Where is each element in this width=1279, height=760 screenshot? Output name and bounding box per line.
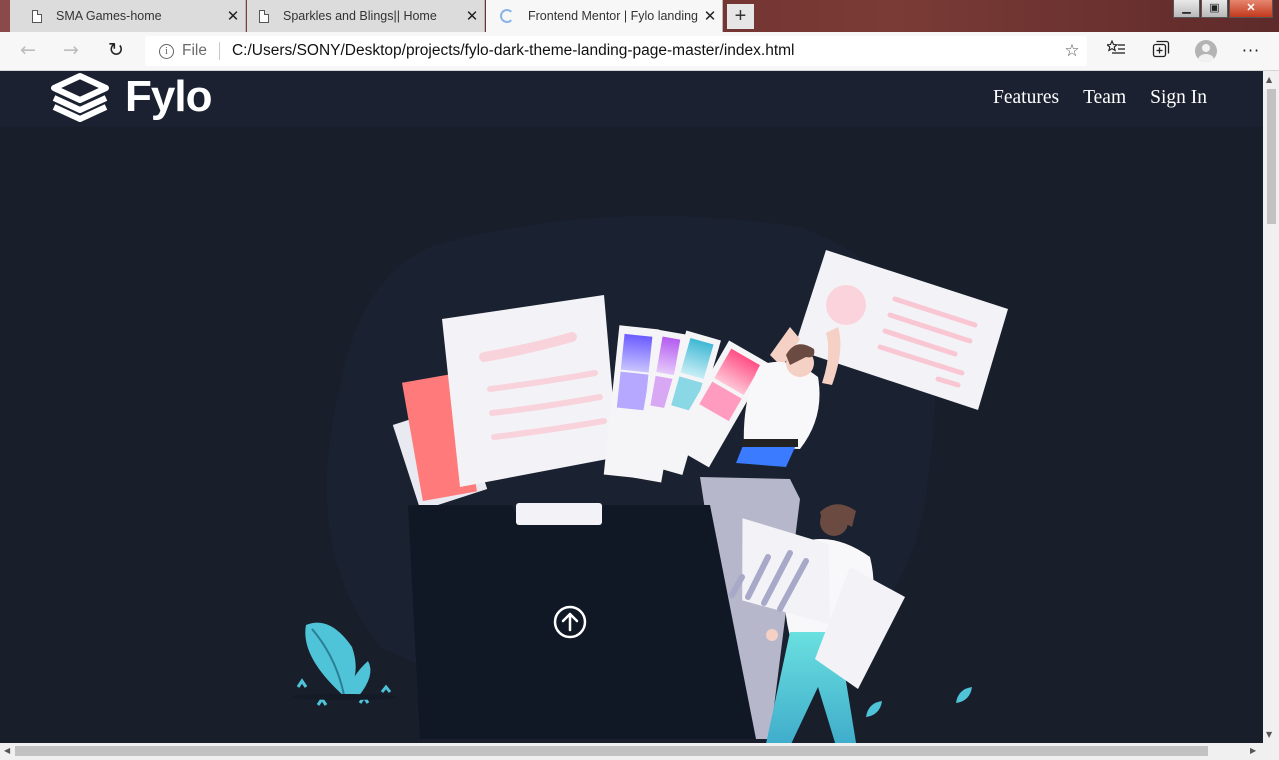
browser-toolbar: ← → ↻ i File C:/Users/SONY/Desktop/proje…	[0, 32, 1279, 71]
folder	[408, 503, 756, 739]
forward-arrow-icon[interactable]: →	[59, 39, 83, 63]
hero-illustration	[293, 215, 1008, 743]
web-page: Fylo Features Team Sign In	[0, 71, 1263, 743]
vertical-scroll-thumb[interactable]	[1267, 89, 1276, 224]
tab-title: Sparkles and Blings|| Home	[283, 9, 437, 23]
address-url[interactable]: C:/Users/SONY/Desktop/projects/fylo-dark…	[232, 42, 1057, 60]
info-icon[interactable]: i	[159, 43, 174, 59]
nav-sign-in[interactable]: Sign In	[1150, 87, 1207, 109]
more-menu-icon[interactable]: ···	[1240, 40, 1262, 62]
logo-layers-icon	[51, 73, 109, 122]
horizontal-scroll-thumb[interactable]	[15, 746, 1208, 756]
back-arrow-icon[interactable]: ←	[16, 39, 40, 63]
site-header: Fylo Features Team Sign In	[0, 71, 1263, 127]
address-bar[interactable]: i File C:/Users/SONY/Desktop/projects/fy…	[145, 36, 1087, 66]
scroll-up-icon[interactable]: ▲	[1266, 75, 1272, 84]
hero-section	[0, 127, 1263, 743]
favorite-star-icon[interactable]: ☆	[1057, 41, 1087, 61]
loading-icon	[500, 9, 514, 23]
logo-text: Fylo	[125, 72, 212, 121]
tab-close-icon[interactable]: ✕	[698, 7, 722, 25]
nav-features[interactable]: Features	[993, 87, 1059, 109]
tab-close-icon[interactable]: ✕	[221, 7, 245, 25]
page-icon	[259, 9, 269, 23]
page-icon	[32, 9, 42, 23]
fylo-logo[interactable]: Fylo	[50, 72, 212, 122]
browser-title-bar: SMA Games-home ✕ Sparkles and Blings|| H…	[0, 0, 1279, 32]
tab-close-icon[interactable]: ✕	[460, 7, 484, 25]
scroll-left-icon[interactable]: ◀	[4, 746, 10, 755]
main-nav: Features Team Sign In	[969, 87, 1207, 109]
maximize-button[interactable]: ▣	[1201, 0, 1228, 18]
window-controls: ▁ ▣ ✕	[1172, 0, 1273, 18]
browser-tab-2[interactable]: Sparkles and Blings|| Home ✕	[247, 0, 485, 32]
browser-tab-1[interactable]: SMA Games-home ✕	[10, 0, 246, 32]
browser-tab-3-active[interactable]: Frontend Mentor | Fylo landing p ✕	[486, 0, 723, 32]
new-tab-button[interactable]: +	[727, 4, 754, 29]
leaves	[866, 687, 972, 717]
close-window-button[interactable]: ✕	[1229, 0, 1273, 18]
address-scheme: File	[182, 42, 207, 59]
nav-team[interactable]: Team	[1083, 87, 1126, 109]
minimize-button[interactable]: ▁	[1173, 0, 1200, 18]
refresh-icon[interactable]: ↻	[104, 39, 128, 63]
vertical-scrollbar[interactable]: ▲ ▼	[1263, 71, 1279, 743]
horizontal-scrollbar[interactable]: ◀ ▶	[0, 743, 1279, 760]
address-separator	[218, 42, 220, 60]
collections-icon[interactable]	[1150, 40, 1172, 62]
scroll-right-icon[interactable]: ▶	[1250, 746, 1256, 755]
favorites-list-icon[interactable]	[1105, 39, 1127, 62]
tab-title: SMA Games-home	[56, 9, 162, 23]
profile-icon[interactable]	[1195, 40, 1217, 62]
scroll-down-icon[interactable]: ▼	[1266, 730, 1272, 739]
tab-title: Frontend Mentor | Fylo landing p	[528, 9, 698, 23]
